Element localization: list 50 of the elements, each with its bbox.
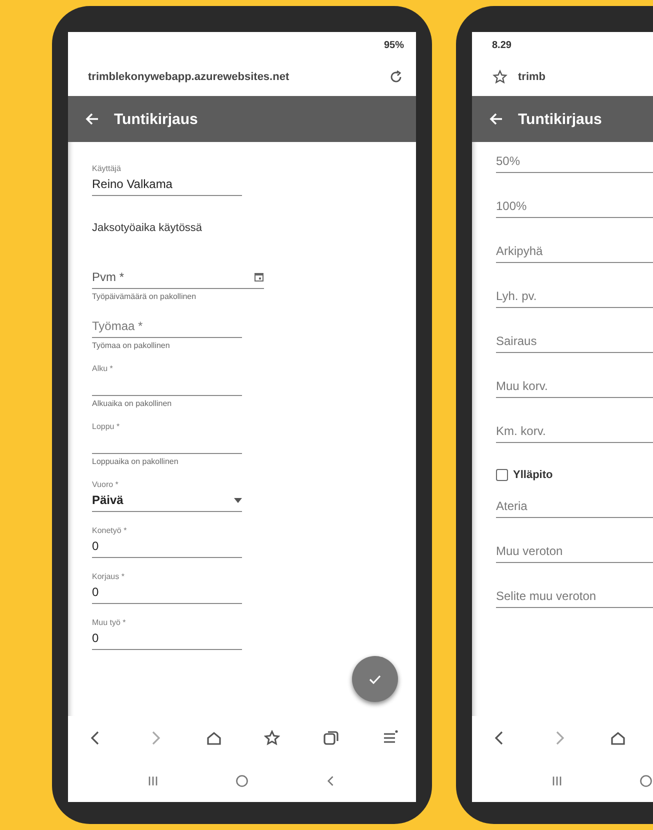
home-circle-icon[interactable]	[234, 774, 249, 788]
input-field[interactable]: Työmaa *	[92, 315, 242, 338]
address-field[interactable]: trimblekonywebapp.azurewebsites.net	[88, 71, 378, 83]
home-circle-icon[interactable]	[638, 774, 653, 788]
dropdown[interactable]: Päivä	[92, 489, 242, 512]
field-label: Loppu *	[92, 422, 121, 431]
input-field[interactable]: Sairaus	[496, 330, 653, 353]
home-icon[interactable]	[206, 730, 222, 746]
tabs-icon[interactable]	[323, 730, 340, 746]
section-heading: Jaksotyöaika käytössä	[92, 222, 204, 234]
input-field[interactable]: Muu korv.	[496, 375, 653, 398]
home-icon[interactable]	[610, 730, 626, 746]
input-field[interactable]: Arkipyhä	[496, 240, 653, 263]
error-text: Työpäivämäärä on pakollinen	[92, 292, 198, 301]
status-time: 8.29	[492, 40, 512, 50]
field-label: Konetyö *	[92, 526, 128, 535]
error-text: Loppuaika on pakollinen	[92, 457, 180, 466]
error-text: Työmaa on pakollinen	[92, 341, 171, 350]
input-field[interactable]: Selite muu veroton	[496, 585, 653, 608]
reload-icon[interactable]	[388, 69, 404, 85]
input-field[interactable]: Muu veroton	[496, 540, 653, 563]
field-label: Käyttäjä	[92, 164, 122, 173]
input-field[interactable]: 0	[92, 535, 242, 558]
calendar-icon[interactable]	[254, 272, 264, 282]
page-title: Tuntikirjaus	[518, 110, 602, 128]
input-field[interactable]: Reino Valkama	[92, 173, 242, 196]
input-field[interactable]: 0	[92, 627, 242, 650]
date-field[interactable]: Pvm *	[92, 266, 264, 289]
address-field[interactable]: trimb	[518, 71, 653, 83]
back-arrow-icon[interactable]	[488, 111, 504, 127]
field-label: Alku *	[92, 364, 114, 373]
field-label: Vuoro *	[92, 480, 120, 489]
save-button[interactable]	[352, 656, 398, 702]
menu-icon[interactable]	[382, 730, 398, 746]
bookmark-star-icon[interactable]	[264, 730, 280, 746]
input-field[interactable]: Lyh. pv.	[496, 285, 653, 308]
page-title: Tuntikirjaus	[114, 110, 198, 128]
input-field[interactable]: 100%	[496, 195, 653, 218]
input-field[interactable]: Km. korv.	[496, 420, 653, 443]
field-label: Muu työ *	[92, 618, 127, 627]
back-arrow-icon[interactable]	[84, 111, 100, 127]
input-field[interactable]: 0	[92, 581, 242, 604]
star-icon[interactable]	[492, 69, 508, 85]
error-text: Alkuaika on pakollinen	[92, 399, 173, 408]
battery-level: 95%	[384, 40, 404, 50]
caret-icon	[234, 498, 242, 502]
dropdown[interactable]: Ateria	[496, 495, 653, 518]
checkbox[interactable]: Ylläpito	[496, 469, 653, 481]
field-label: Korjaus *	[92, 572, 126, 581]
input-field[interactable]: 50%	[496, 150, 653, 173]
